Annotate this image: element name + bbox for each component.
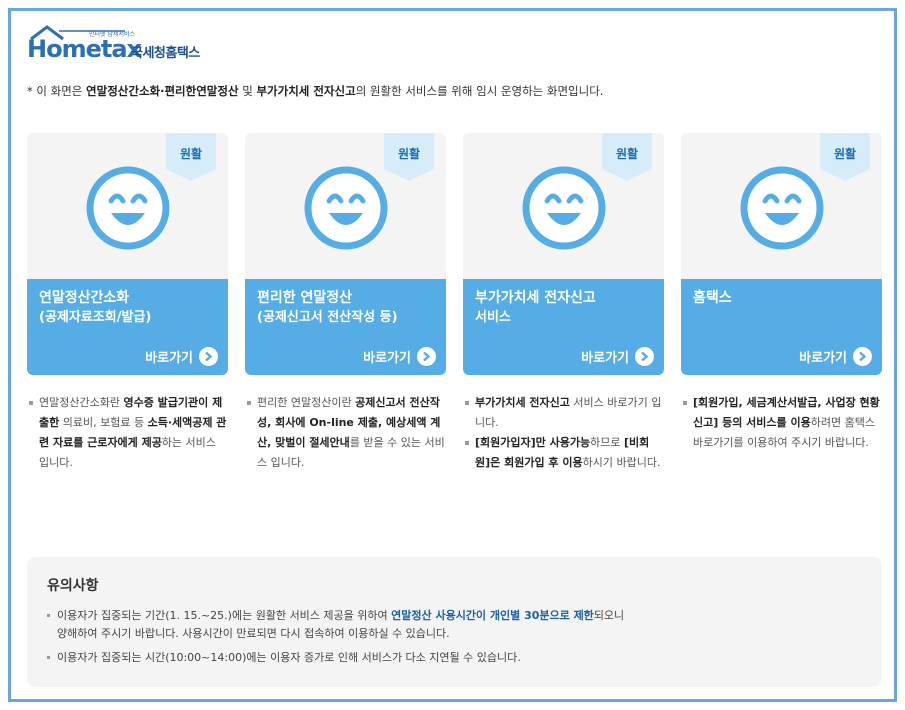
list-item: 부가가치세 전자신고 서비스 바로가기 입니다. — [463, 393, 664, 433]
description-convenient-year-end: 편리한 연말정산이란 공제신고서 전산작성, 회사에 On-line 제출, 예… — [245, 393, 446, 473]
card-subtitle: (공제신고서 전산작성 등) — [257, 310, 398, 325]
card-title: 부가가치세 전자신고 — [475, 290, 596, 306]
description-year-end-simplified: 연말정산간소화란 영수증 발급기관이 제출한 의료비, 보험료 등 소득·세액공… — [27, 393, 228, 473]
usage-limit-highlight: 연말정산 사용시간이 개인별 30분으로 제한 — [391, 609, 594, 622]
status-badge: 원활 — [397, 147, 421, 161]
page-frame: 인터넷 납세서비스 Hometax 국세청홈택스 * 이 화면은 연말정산간소화… — [8, 8, 897, 702]
card-hometax[interactable]: 원활 홈택스 바로가기 — [681, 133, 882, 375]
card-convenient-year-end[interactable]: 원활 편리한 연말정산 (공제신고서 전산작성 등) 바로가기 — [245, 133, 446, 375]
status-badge: 원활 — [833, 147, 857, 161]
smiley-face-icon — [86, 166, 170, 250]
description-hometax: [회원가입, 세금계산서발급, 사업장 현황 신고] 등의 서비스를 이용하려면… — [681, 393, 882, 453]
list-item: 연말정산간소화란 영수증 발급기관이 제출한 의료비, 보험료 등 소득·세액공… — [27, 393, 228, 473]
chevron-right-icon — [635, 346, 654, 366]
list-item: 편리한 연말정산이란 공제신고서 전산작성, 회사에 On-line 제출, 예… — [245, 393, 446, 473]
status-badge: 원활 — [615, 147, 639, 161]
list-item: [회원가입, 세금계산서발급, 사업장 현황 신고] 등의 서비스를 이용하려면… — [681, 393, 882, 453]
service-notice: * 이 화면은 연말정산간소화·편리한연말정산 및 부가가치세 전자신고의 원활… — [27, 84, 604, 98]
smiley-face-icon — [522, 166, 606, 250]
card-title: 홈택스 — [693, 290, 732, 306]
card-subtitle: (공제자료조회/발급) — [39, 310, 152, 325]
precautions-title: 유의사항 — [47, 578, 99, 594]
card-title: 편리한 연말정산 — [257, 290, 353, 306]
smiley-face-icon — [740, 166, 824, 250]
go-button[interactable]: 바로가기 — [145, 346, 218, 366]
chevron-right-icon — [199, 346, 218, 366]
precautions-box: 유의사항 이용자가 집중되는 기간(1. 15.~25.)에는 원활한 서비스 … — [27, 557, 882, 687]
card-title: 연말정산간소화 — [39, 290, 130, 306]
list-item: [회원가입자]만 사용가능하므로 [비회원]은 회원가입 후 이용하시기 바랍니… — [463, 433, 664, 473]
card-year-end-simplified[interactable]: 원활 연말정산간소화 (공제자료조회/발급) 바로가기 — [27, 133, 228, 375]
go-button[interactable]: 바로가기 — [799, 346, 872, 366]
hometax-logo[interactable]: 인터넷 납세서비스 Hometax 국세청홈택스 — [27, 25, 247, 65]
smiley-face-icon — [304, 166, 388, 250]
list-item: 이용자가 집중되는 기간(1. 15.~25.)에는 원활한 서비스 제공을 위… — [47, 607, 867, 643]
logo-korean-name: 국세청홈택스 — [131, 46, 200, 61]
logo-wordmark: Hometax — [27, 35, 142, 63]
chevron-right-icon — [417, 346, 436, 366]
card-subtitle: 서비스 — [475, 310, 511, 325]
list-item: 이용자가 집중되는 시간(10:00~14:00)에는 이용자 증가로 인해 서… — [47, 649, 867, 667]
status-badge: 원활 — [179, 147, 203, 161]
chevron-right-icon — [853, 346, 872, 366]
go-button[interactable]: 바로가기 — [581, 346, 654, 366]
card-vat-e-filing[interactable]: 원활 부가가치세 전자신고 서비스 바로가기 — [463, 133, 664, 375]
go-button[interactable]: 바로가기 — [363, 346, 436, 366]
description-vat-e-filing: 부가가치세 전자신고 서비스 바로가기 입니다. [회원가입자]만 사용가능하므… — [463, 393, 664, 473]
